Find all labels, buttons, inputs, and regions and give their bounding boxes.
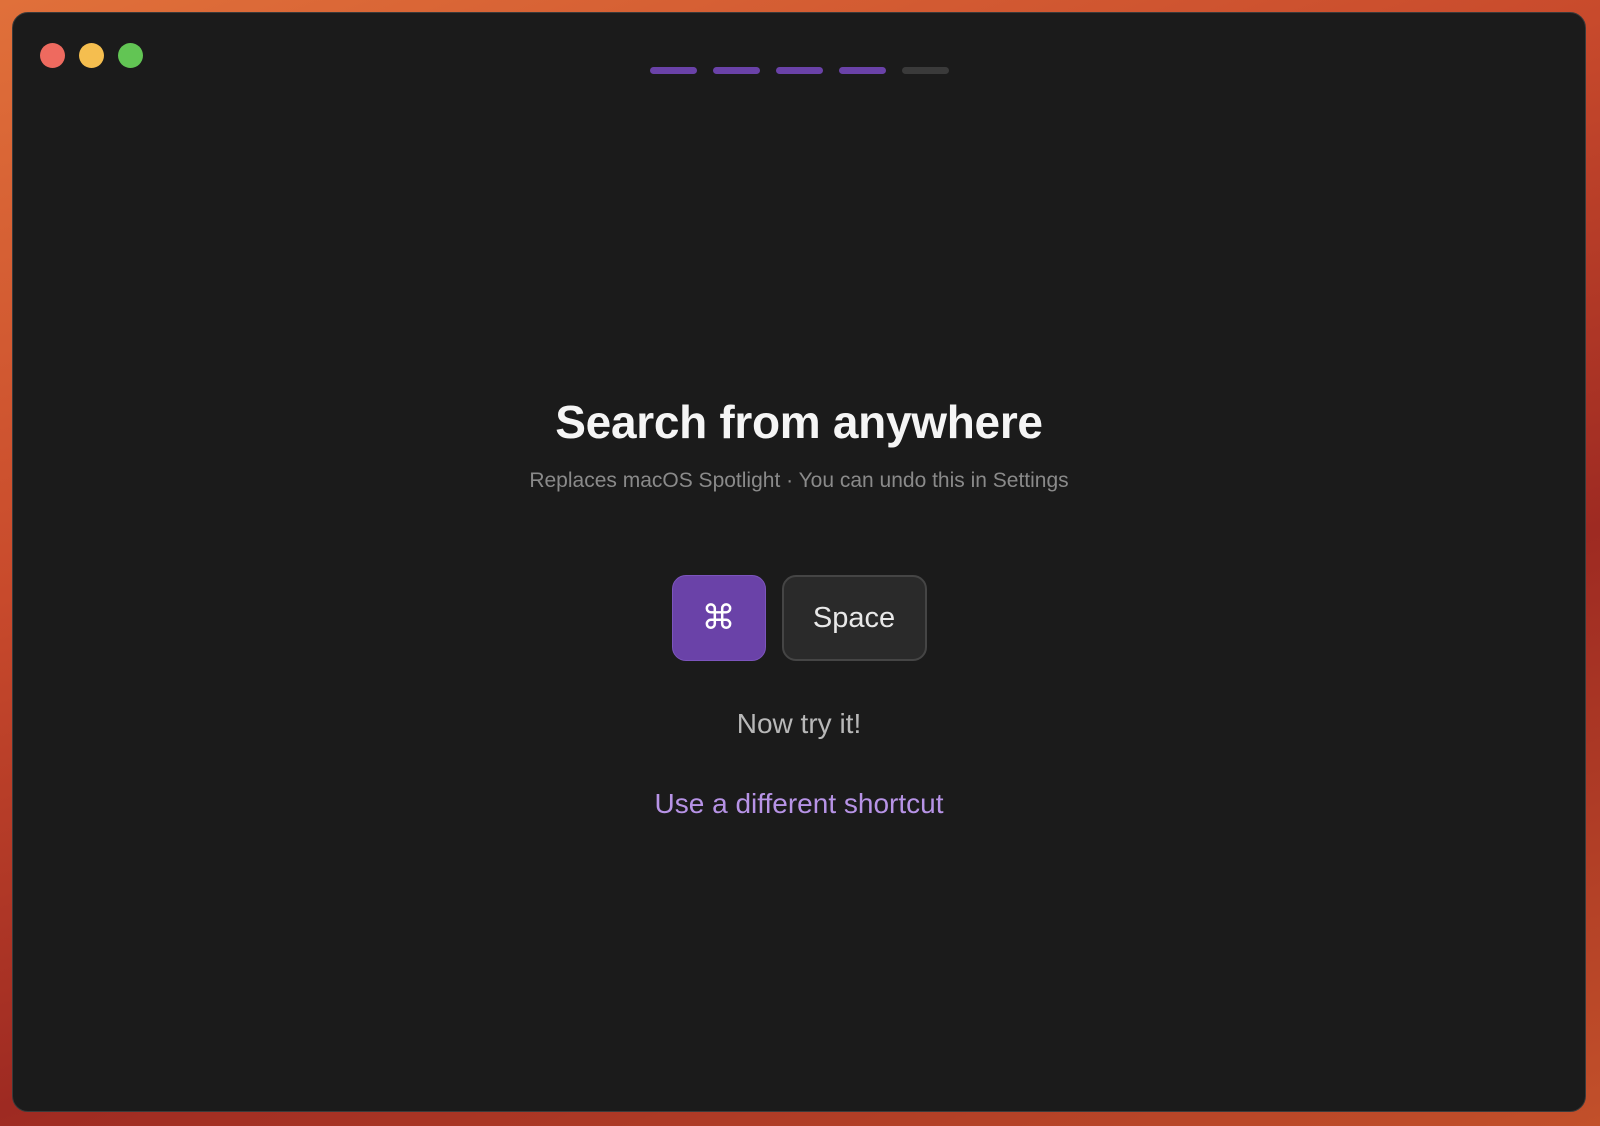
onboarding-progress (13, 67, 1585, 74)
progress-step (649, 67, 697, 74)
progress-step (901, 67, 949, 74)
try-it-hint: Now try it! (736, 708, 862, 739)
maximize-window-button[interactable] (118, 43, 143, 68)
command-key: ⌘ (671, 575, 766, 661)
space-key-label: Space (812, 601, 896, 634)
command-icon: ⌘ (701, 598, 736, 638)
minimize-window-button[interactable] (79, 43, 104, 68)
page-title: Search from anywhere (555, 396, 1043, 448)
page-subtitle: Replaces macOS Spotlight · You can undo … (529, 469, 1069, 492)
progress-step (775, 67, 823, 74)
shortcut-display: ⌘ Space (671, 575, 927, 661)
progress-step (712, 67, 760, 74)
progress-step (838, 67, 886, 74)
window-controls (40, 43, 143, 68)
shortcut-setup: Search from anywhere Replaces macOS Spot… (13, 395, 1585, 821)
close-window-button[interactable] (40, 43, 65, 68)
space-key: Space (781, 575, 927, 661)
onboarding-window: Search from anywhere Replaces macOS Spot… (12, 12, 1586, 1112)
change-shortcut-link[interactable]: Use a different shortcut (655, 787, 944, 821)
